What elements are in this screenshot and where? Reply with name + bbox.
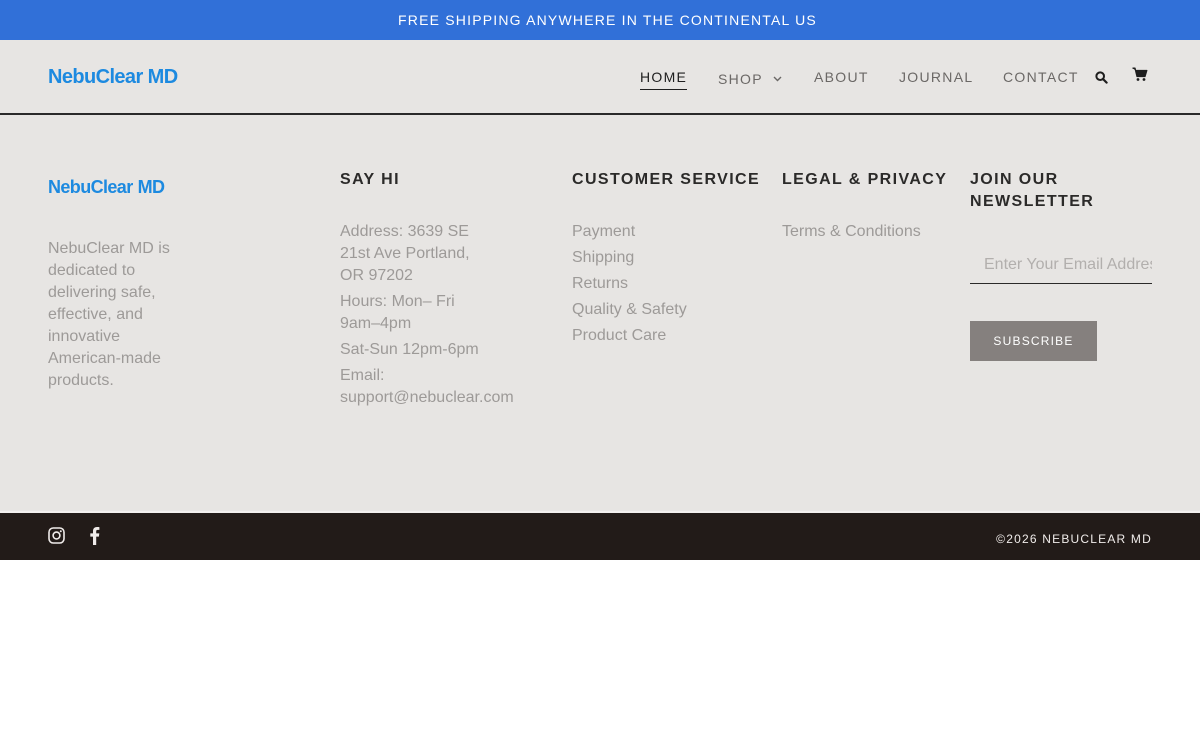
site-footer: NebuClear MD NebuClear MD is dedicated to… [0, 115, 1200, 511]
footer-weekend-hours: Sat-Sun 12pm-6pm [340, 341, 479, 358]
link-product-care[interactable]: Product Care [572, 325, 666, 347]
link-shipping[interactable]: Shipping [572, 247, 634, 269]
footer-logo-suffix: MD [137, 177, 165, 197]
link-terms-conditions[interactable]: Terms & Conditions [782, 221, 921, 243]
nav-journal[interactable]: JOURNAL [899, 69, 973, 85]
copyright-text: ©2026 NEBUCLEAR MD [996, 532, 1152, 546]
site-header: NebuClear MD HOME SHOP ABOUT JOURNAL CONT… [0, 40, 1200, 115]
chevron-down-icon [773, 69, 782, 85]
footer-logo-name: NebuClear [48, 177, 133, 197]
customer-service-heading: CUSTOMER SERVICE [572, 171, 761, 188]
footer-logo[interactable]: NebuClear MD [48, 177, 165, 198]
cart-icon[interactable] [1132, 67, 1148, 87]
footer-email: Email: support@nebuclear.com [340, 367, 514, 406]
newsletter-email-input[interactable] [970, 246, 1152, 284]
announcement-text: FREE SHIPPING ANYWHERE IN THE CONTINENTA… [398, 12, 817, 28]
newsletter-heading: JOIN OUR NEWSLETTER [970, 171, 1095, 210]
link-payment[interactable]: Payment [572, 221, 635, 243]
link-quality-safety[interactable]: Quality & Safety [572, 299, 687, 321]
announcement-bar: FREE SHIPPING ANYWHERE IN THE CONTINENTA… [0, 0, 1200, 40]
footer-bottom-bar: ©2026 NEBUCLEAR MD [0, 511, 1200, 560]
logo-suffix: MD [147, 66, 179, 88]
footer-about-text: NebuClear MD is dedicated to delivering … [48, 240, 170, 389]
instagram-icon[interactable] [48, 527, 65, 549]
say-hi-heading: SAY HI [340, 171, 400, 188]
subscribe-button[interactable]: SUBSCRIBE [970, 321, 1097, 361]
nav-contact[interactable]: CONTACT [1003, 69, 1079, 85]
legal-privacy-heading: LEGAL & PRIVACY [782, 171, 948, 188]
footer-address: Address: 3639 SE 21st Ave Portland, OR 9… [340, 223, 470, 284]
nav-about[interactable]: ABOUT [814, 69, 869, 85]
nav-shop[interactable]: SHOP [718, 69, 782, 87]
header-logo[interactable]: NebuClear MD [48, 66, 178, 89]
facebook-icon[interactable] [89, 526, 100, 550]
search-icon[interactable] [1095, 71, 1108, 89]
nav-shop-label: SHOP [718, 71, 763, 87]
logo-name: NebuClear [48, 66, 143, 88]
footer-hours: Hours: Mon– Fri 9am–4pm [340, 293, 455, 332]
nav-home[interactable]: HOME [640, 69, 688, 90]
link-returns[interactable]: Returns [572, 273, 628, 295]
